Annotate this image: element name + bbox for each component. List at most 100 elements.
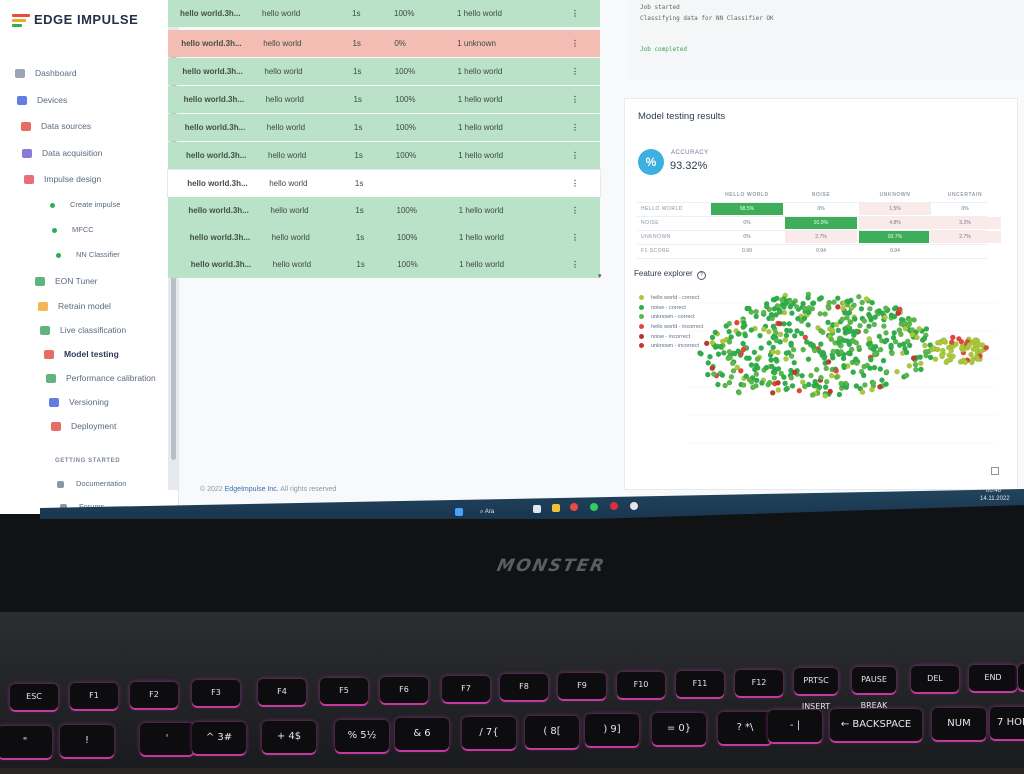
table-row[interactable]: hello world.3h... hello world 1s 100% 1 hell… bbox=[168, 0, 600, 27]
scatter-point[interactable] bbox=[835, 295, 841, 301]
scatter-point[interactable] bbox=[939, 352, 945, 358]
scatter-point[interactable] bbox=[812, 378, 818, 385]
scatter-point[interactable] bbox=[768, 311, 775, 318]
scatter-point[interactable] bbox=[880, 357, 887, 364]
scatter-point[interactable] bbox=[857, 322, 863, 329]
scatter-point[interactable] bbox=[823, 378, 830, 385]
scatter-point[interactable] bbox=[879, 377, 885, 383]
scatter-point[interactable] bbox=[753, 313, 759, 320]
scatter-point[interactable] bbox=[801, 315, 808, 322]
scatter-point[interactable] bbox=[974, 346, 980, 352]
scatter-point[interactable] bbox=[785, 349, 792, 356]
scatter-point[interactable] bbox=[853, 383, 860, 389]
sidebar-item-model-testing[interactable]: Model testing bbox=[44, 349, 119, 360]
scatter-point[interactable] bbox=[844, 315, 850, 321]
scatter-point[interactable] bbox=[840, 355, 847, 362]
scatter-point[interactable] bbox=[783, 300, 789, 307]
scatter-point[interactable] bbox=[896, 327, 903, 333]
windows-start-icon[interactable] bbox=[455, 508, 463, 516]
scatter-point[interactable] bbox=[921, 335, 928, 342]
row-menu-icon[interactable]: ⋮ bbox=[571, 95, 579, 104]
feature-explorer-scatter[interactable] bbox=[687, 283, 997, 458]
scatter-point[interactable] bbox=[828, 372, 835, 379]
scatter-point[interactable] bbox=[888, 342, 894, 349]
scatter-point[interactable] bbox=[771, 306, 778, 312]
scatter-point[interactable] bbox=[798, 330, 805, 337]
scatter-point[interactable] bbox=[953, 341, 959, 347]
scatter-point[interactable] bbox=[905, 322, 912, 329]
row-menu-icon[interactable]: ⋮ bbox=[571, 260, 579, 269]
scatter-point[interactable] bbox=[972, 337, 978, 343]
scatter-point[interactable] bbox=[883, 381, 889, 387]
scatter-point[interactable] bbox=[783, 386, 789, 393]
scatter-point[interactable] bbox=[759, 380, 765, 386]
scatter-point[interactable] bbox=[845, 350, 852, 356]
scatter-point[interactable] bbox=[779, 297, 785, 303]
table-row[interactable]: hello world.3h... hello world 1s 100% 1 hell… bbox=[168, 58, 600, 85]
scatter-point[interactable] bbox=[773, 337, 780, 344]
help-icon[interactable]: ? bbox=[696, 271, 706, 280]
scatter-point[interactable] bbox=[826, 305, 832, 311]
scatter-point[interactable] bbox=[891, 330, 897, 336]
scatter-point[interactable] bbox=[781, 374, 787, 380]
scatter-point[interactable] bbox=[806, 309, 812, 316]
scatter-point[interactable] bbox=[726, 320, 733, 327]
row-menu-icon[interactable]: ⋮ bbox=[571, 206, 579, 215]
taskbar-search[interactable]: ⌕ Ara bbox=[480, 509, 494, 516]
scatter-point[interactable] bbox=[802, 383, 808, 390]
scatter-point[interactable] bbox=[914, 334, 920, 341]
scatter-point[interactable] bbox=[705, 360, 711, 366]
scatter-point[interactable] bbox=[791, 359, 797, 366]
sidebar-item-mfcc[interactable]: MFCC bbox=[52, 225, 94, 234]
table-row[interactable]: hello world.3h... hello world 1s 100% 1 hell… bbox=[168, 224, 600, 251]
scatter-point[interactable] bbox=[822, 384, 829, 390]
table-row[interactable]: hello world.3h... hello world 1s 100% 1 hell… bbox=[168, 197, 600, 224]
scatter-point[interactable] bbox=[768, 357, 774, 363]
scatter-point[interactable] bbox=[770, 349, 776, 355]
footer-company-link[interactable]: EdgeImpulse Inc. bbox=[225, 486, 279, 493]
scatter-point[interactable] bbox=[869, 299, 875, 306]
scatter-point[interactable] bbox=[883, 369, 890, 375]
scatter-point[interactable] bbox=[859, 299, 865, 306]
scatter-point[interactable] bbox=[715, 381, 721, 388]
scatter-point[interactable] bbox=[805, 295, 811, 301]
scatter-point[interactable] bbox=[805, 356, 812, 362]
scatter-point[interactable] bbox=[775, 380, 781, 386]
table-row[interactable]: hello world.3h... hello world 1s 100% 1 hell… bbox=[168, 114, 600, 141]
scatter-point[interactable] bbox=[742, 332, 749, 339]
scatter-point[interactable] bbox=[740, 324, 746, 330]
scatter-point[interactable] bbox=[966, 342, 973, 348]
scatter-point[interactable] bbox=[791, 333, 798, 339]
scatter-point[interactable] bbox=[791, 369, 798, 376]
scatter-point[interactable] bbox=[726, 339, 733, 345]
scatter-point[interactable] bbox=[763, 303, 770, 310]
task-view-icon[interactable] bbox=[533, 505, 541, 513]
scatter-point[interactable] bbox=[709, 334, 716, 341]
scatter-point[interactable] bbox=[766, 328, 772, 335]
scatter-point[interactable] bbox=[906, 363, 913, 369]
table-row[interactable]: hello world.3h... hello world 1s 100% 1 hell… bbox=[168, 86, 600, 113]
scatter-point[interactable] bbox=[802, 334, 809, 341]
sidebar-item-data-sources[interactable]: Data sources bbox=[21, 121, 91, 132]
sidebar-item-deployment[interactable]: Deployment bbox=[51, 421, 116, 432]
scatter-point[interactable] bbox=[766, 340, 772, 346]
scatter-point[interactable] bbox=[743, 373, 749, 379]
scatter-point[interactable] bbox=[894, 368, 900, 375]
scatter-point[interactable] bbox=[866, 336, 872, 342]
scatter-point[interactable] bbox=[727, 354, 733, 361]
scatter-point[interactable] bbox=[750, 384, 756, 391]
scatter-point[interactable] bbox=[754, 365, 761, 371]
scatter-point[interactable] bbox=[856, 293, 862, 300]
scatter-point[interactable] bbox=[944, 358, 951, 364]
scatter-point[interactable] bbox=[823, 365, 829, 372]
scatter-point[interactable] bbox=[770, 344, 776, 351]
table-scroll-down-icon[interactable]: ▾ bbox=[598, 272, 602, 280]
scatter-point[interactable] bbox=[968, 351, 974, 358]
scatter-point[interactable] bbox=[976, 341, 983, 348]
scatter-point[interactable] bbox=[882, 314, 888, 321]
table-row[interactable]: hello world.3h... hello world 1s ⋮ bbox=[168, 170, 600, 197]
row-menu-icon[interactable]: ⋮ bbox=[571, 233, 579, 242]
scatter-point[interactable] bbox=[822, 311, 828, 317]
scatter-point[interactable] bbox=[863, 296, 870, 302]
scatter-point[interactable] bbox=[818, 374, 824, 381]
